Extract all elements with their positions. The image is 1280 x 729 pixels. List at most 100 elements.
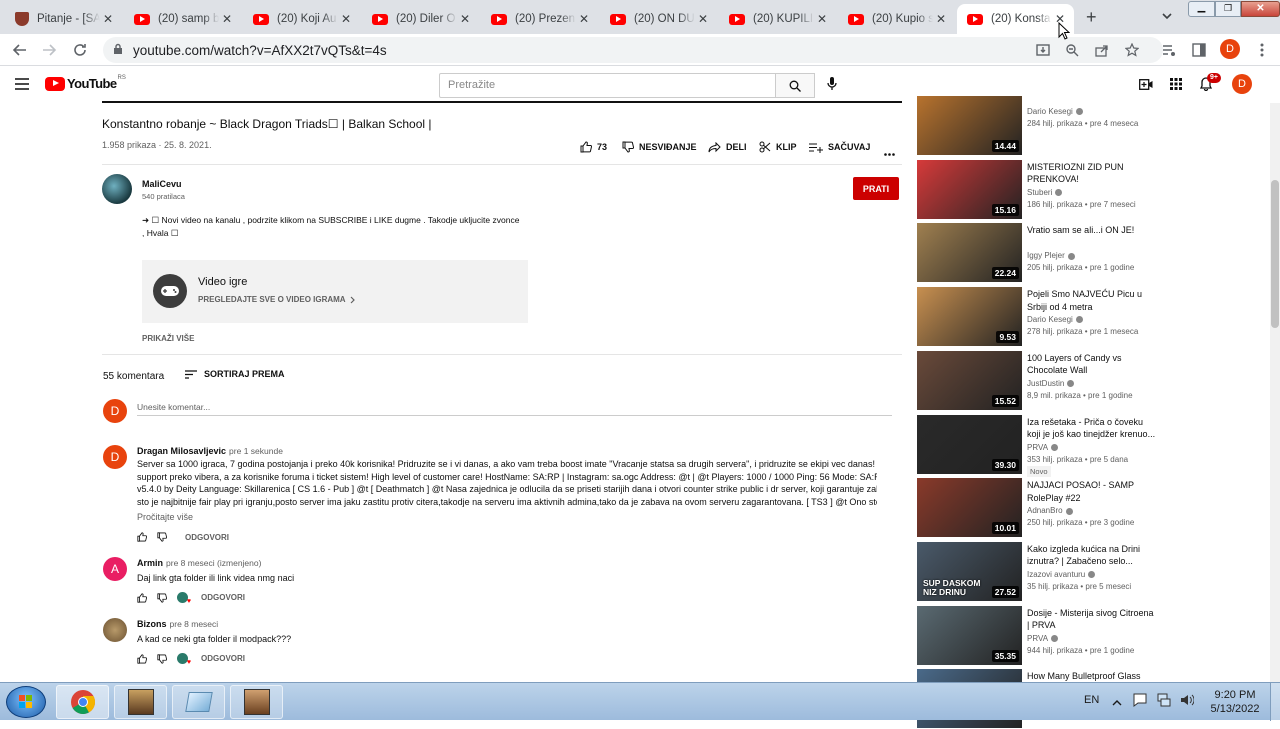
recommended-video[interactable]: 15.16 MISTERIOZNI ZID PUN PRENKOVA! Stuber… bbox=[917, 159, 1157, 220]
reply-button[interactable]: ODGOVORI bbox=[185, 533, 229, 542]
comment-author[interactable]: Armin bbox=[137, 558, 163, 568]
show-desktop-button[interactable] bbox=[1270, 683, 1280, 721]
back-arrow-icon[interactable] bbox=[8, 38, 32, 62]
close-tab-icon[interactable]: ✕ bbox=[457, 12, 473, 26]
search-button[interactable] bbox=[775, 73, 815, 98]
reply-button[interactable]: ODGOVORI bbox=[201, 593, 245, 602]
browser-tab[interactable]: (20) Diler O ✕ bbox=[362, 4, 479, 34]
channel-name[interactable]: Dario Kesegi bbox=[1027, 107, 1073, 116]
hamburger-menu-icon[interactable] bbox=[15, 78, 29, 93]
action-center-icon[interactable] bbox=[1133, 693, 1147, 710]
video-title[interactable]: Vratio sam se ali...i ON JE! bbox=[1027, 224, 1157, 237]
bookmark-star-icon[interactable] bbox=[1120, 38, 1144, 62]
recommended-video[interactable]: 39.30 Iza rešetaka - Priča o čoveku koji … bbox=[917, 414, 1157, 477]
video-thumbnail[interactable]: 10.01 bbox=[917, 478, 1022, 538]
share-icon[interactable] bbox=[1090, 38, 1114, 62]
thumbs-up-icon[interactable] bbox=[137, 592, 147, 603]
video-thumbnail[interactable]: SUP DASKOM NIZ DRINU 27.52 bbox=[917, 541, 1022, 601]
reply-button[interactable]: ODGOVORI bbox=[201, 654, 245, 663]
comment-avatar[interactable]: A bbox=[103, 557, 127, 581]
video-thumbnail[interactable]: 15.52 bbox=[917, 350, 1022, 410]
recommended-video[interactable]: 14.44 Dario Kesegi 284 hilj. prikaza • pre… bbox=[917, 96, 1157, 156]
category-link[interactable]: PREGLEDAJTE SVE O VIDEO IGRAMA bbox=[198, 295, 356, 304]
channel-name[interactable]: MaliCevu bbox=[142, 179, 182, 189]
reload-icon[interactable] bbox=[68, 38, 92, 62]
language-indicator[interactable]: EN bbox=[1084, 694, 1099, 706]
channel-name[interactable]: Iggy Plejer bbox=[1027, 251, 1065, 260]
start-button[interactable] bbox=[6, 686, 46, 718]
video-title[interactable]: 100 Layers of Candy vs Chocolate Wall bbox=[1027, 352, 1157, 377]
browser-tab[interactable]: (20) samp b ✕ bbox=[124, 4, 241, 34]
video-title[interactable]: Pojeli Smo NAJVEĆU Picu u Srbiji od 4 me… bbox=[1027, 288, 1157, 313]
subscribe-button[interactable]: PRATI bbox=[853, 177, 899, 200]
apps-grid-icon[interactable] bbox=[1170, 78, 1182, 93]
close-tab-icon[interactable]: ✕ bbox=[219, 12, 235, 26]
like-button[interactable]: 73 bbox=[580, 140, 607, 154]
forward-arrow-icon[interactable] bbox=[37, 38, 61, 62]
media-controls-icon[interactable] bbox=[1157, 38, 1181, 62]
save-button[interactable]: SAČUVAJ bbox=[809, 140, 870, 154]
recommended-video[interactable]: 35.35 Dosije - Misterija sivog Citroena |… bbox=[917, 605, 1157, 666]
new-tab-button[interactable]: + bbox=[1086, 7, 1097, 28]
taskbar-gta-samp[interactable] bbox=[114, 685, 167, 719]
channel-name[interactable]: JustDustin bbox=[1027, 379, 1064, 388]
minimize-button[interactable]: ▁ bbox=[1188, 1, 1215, 17]
close-tab-icon[interactable]: ✕ bbox=[695, 12, 711, 26]
comment-avatar[interactable]: D bbox=[103, 445, 127, 469]
active-browser-tab[interactable]: (20) Konsta ✕ bbox=[957, 4, 1074, 34]
recommended-video[interactable]: SUP DASKOM NIZ DRINU 27.52 Kako izgleda ku… bbox=[917, 541, 1157, 602]
side-panel-icon[interactable] bbox=[1187, 38, 1211, 62]
system-clock[interactable]: 9:20 PM 5/13/2022 bbox=[1205, 688, 1265, 716]
recommended-video[interactable]: 22.24 Vratio sam se ali...i ON JE! Iggy Pl… bbox=[917, 223, 1157, 283]
recommended-video[interactable]: 9.53 Pojeli Smo NAJVEĆU Picu u Srbiji od … bbox=[917, 287, 1157, 347]
channel-name[interactable]: Stuberi bbox=[1027, 188, 1052, 197]
channel-avatar[interactable] bbox=[102, 174, 132, 204]
address-bar[interactable]: youtube.com/watch?v=AfXX2t7vQTs&t=4s bbox=[103, 37, 1163, 63]
more-actions-icon[interactable] bbox=[884, 145, 895, 159]
browser-menu-icon[interactable] bbox=[1250, 38, 1274, 62]
channel-name[interactable]: PRVA bbox=[1027, 443, 1048, 452]
close-tab-icon[interactable]: ✕ bbox=[100, 12, 116, 26]
video-title[interactable]: Kako izgleda kućica na Drini iznutra? | … bbox=[1027, 543, 1157, 568]
maximize-button[interactable]: ❐ bbox=[1215, 1, 1241, 17]
taskbar-gta[interactable] bbox=[230, 685, 283, 719]
video-title[interactable]: MISTERIOZNI ZID PUN PRENKOVA! bbox=[1027, 161, 1157, 186]
close-tab-icon[interactable]: ✕ bbox=[576, 12, 592, 26]
recommended-video[interactable]: 15.52 100 Layers of Candy vs Chocolate Wa… bbox=[917, 350, 1157, 411]
browser-tab[interactable]: (20) KUPILI ✕ bbox=[719, 4, 836, 34]
sort-comments-button[interactable]: SORTIRAJ PREMA bbox=[185, 369, 285, 379]
browser-tab[interactable]: Pitanje - [SA ✕ bbox=[5, 4, 122, 34]
close-tab-icon[interactable]: ✕ bbox=[933, 12, 949, 26]
recommended-video[interactable]: 10.01 NAJJACI POSAO! - SAMP RolePlay #22 A… bbox=[917, 478, 1157, 538]
thumbs-up-icon[interactable] bbox=[137, 653, 147, 664]
channel-name[interactable]: Izazovi avanturu bbox=[1027, 570, 1085, 579]
video-title[interactable]: Dosije - Misterija sivog Citroena | PRVA bbox=[1027, 607, 1157, 632]
create-video-icon[interactable] bbox=[1139, 79, 1153, 93]
comment-author[interactable]: Bizons bbox=[137, 619, 167, 629]
thumbs-up-icon[interactable] bbox=[137, 532, 147, 542]
video-thumbnail[interactable]: 22.24 bbox=[917, 223, 1022, 283]
category-card[interactable]: Video igre PREGLEDAJTE SVE O VIDEO IGRAM… bbox=[142, 260, 528, 323]
close-window-button[interactable]: ✕ bbox=[1241, 1, 1280, 17]
show-more-button[interactable]: PRIKAŽI VIŠE bbox=[142, 334, 194, 343]
dislike-button[interactable]: NESVIĐANJE bbox=[622, 140, 697, 154]
read-more-link[interactable]: Pročitajte više bbox=[137, 512, 193, 522]
lock-icon[interactable] bbox=[113, 43, 123, 58]
network-icon[interactable] bbox=[1157, 693, 1171, 710]
search-input[interactable]: Pretražite bbox=[439, 73, 776, 98]
close-tab-icon[interactable]: ✕ bbox=[338, 12, 354, 26]
thumbs-down-icon[interactable] bbox=[157, 592, 167, 603]
install-app-icon[interactable] bbox=[1031, 38, 1055, 62]
browser-tab[interactable]: (20) Koji Au ✕ bbox=[243, 4, 360, 34]
video-thumbnail[interactable]: 14.44 bbox=[917, 96, 1022, 155]
video-thumbnail[interactable]: 39.30 bbox=[917, 414, 1022, 474]
video-title[interactable]: NAJJACI POSAO! - SAMP RolePlay #22 bbox=[1027, 479, 1157, 504]
show-hidden-icons[interactable] bbox=[1112, 696, 1122, 710]
taskbar-chrome[interactable] bbox=[56, 685, 109, 719]
comment-author[interactable]: Dragan Milosavljevic bbox=[137, 446, 226, 456]
browser-tab[interactable]: (20) Prezen ✕ bbox=[481, 4, 598, 34]
thumbs-down-icon[interactable] bbox=[157, 653, 167, 664]
tab-search-chevron-icon[interactable] bbox=[1160, 9, 1176, 25]
scrollbar-thumb[interactable] bbox=[1271, 180, 1279, 328]
channel-name[interactable]: Dario Kesegi bbox=[1027, 315, 1073, 324]
